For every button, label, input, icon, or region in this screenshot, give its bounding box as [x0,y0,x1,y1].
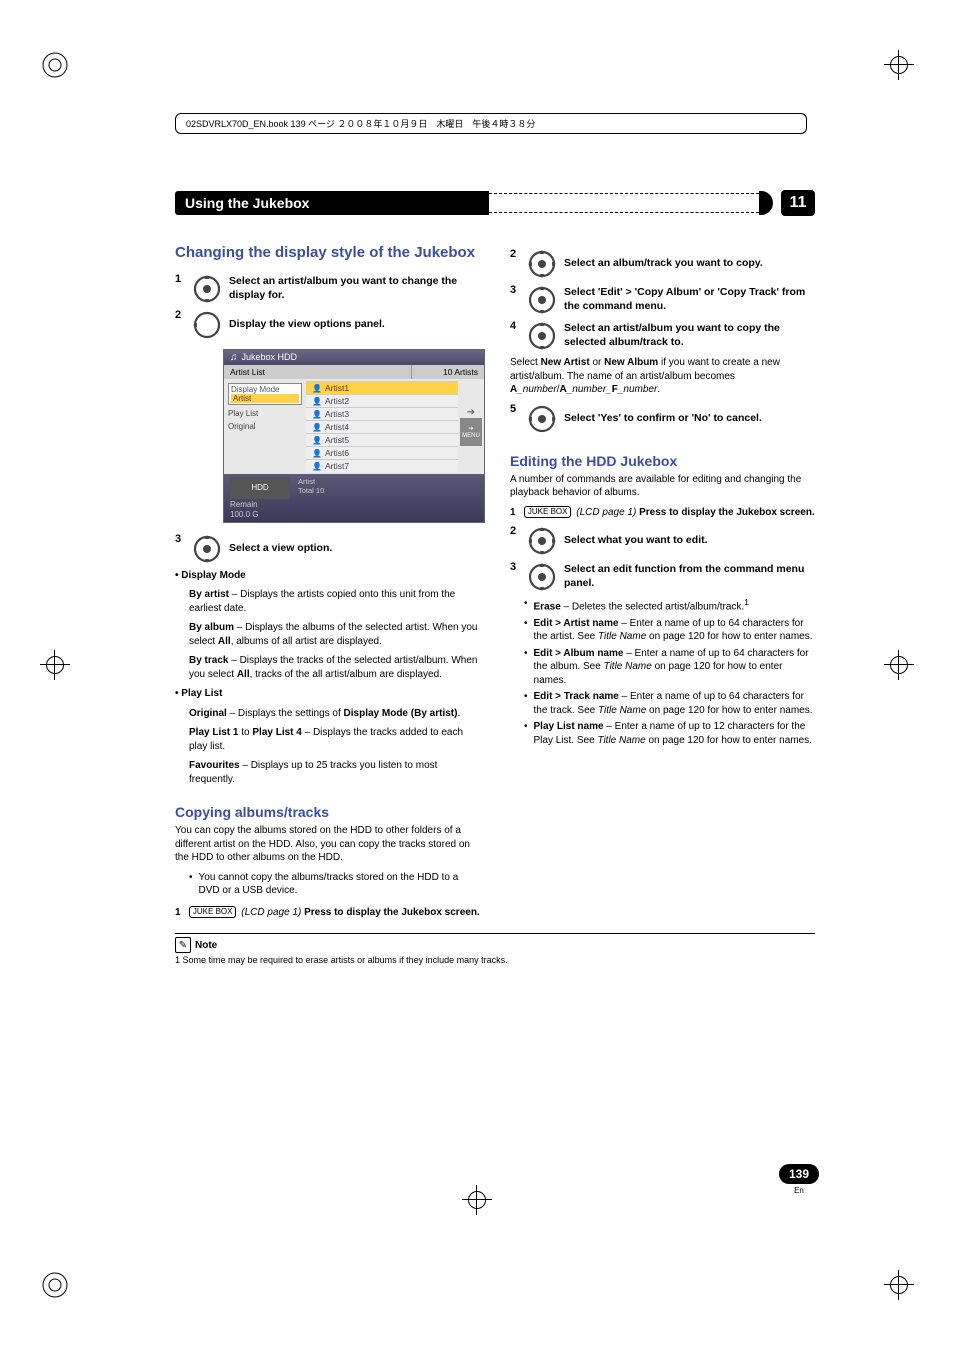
step-number: 5 [510,403,520,415]
step-instruction: Select what you want to edit. [564,534,708,548]
bullet-item: • Edit > Track name – Enter a name of up… [510,690,815,717]
step-instruction: 1 JUKE BOX (LCD page 1) Press to display… [510,506,815,520]
footnote: 1 Some time may be required to erase art… [175,955,815,965]
jb-side-option: Original [228,422,302,431]
header-decoration [489,193,759,213]
crop-mark-icon [884,1270,914,1300]
bullet-item: • You cannot copy the albums/tracks stor… [175,871,480,898]
section-heading: Editing the HDD Jukebox [510,453,815,469]
page-header: Using the Jukebox 11 [175,190,815,216]
dpad-select-icon [526,248,558,280]
jukebox-screenshot: Jukebox HDD Artist List 10 Artists Displ… [223,349,485,523]
step-instruction: Select an album/track you want to copy. [564,257,763,271]
step-number: 3 [175,533,185,545]
source-file-banner: 02SDVRLX70D_EN.book 139 ページ ２００８年１０月９日 木… [175,113,807,134]
remain-label: Remain [230,500,290,509]
crop-mark-icon [884,50,914,80]
dpad-select-icon [526,284,558,316]
crop-mark-icon [40,1270,70,1300]
footer-text: Total 10 [298,486,324,495]
bullet-item: • Erase – Deletes the selected artist/al… [510,597,815,614]
option-description: By album – Displays the albums of the se… [175,621,480,648]
step-number: 3 [510,284,520,296]
list-item: Artist5 [306,433,458,446]
bullet-item: • Play List name – Enter a name of up to… [510,720,815,747]
option-description: Original – Displays the settings of Disp… [175,707,480,721]
list-item: Artist4 [306,420,458,433]
step-number: 4 [510,320,520,332]
step-instruction: Select 'Edit' > 'Copy Album' or 'Copy Tr… [564,286,815,313]
step-instruction: Select an artist/album you want to chang… [229,275,480,302]
note-icon: ✎ [175,937,191,953]
menu-icon: ➔MENU [460,418,482,446]
step-instruction: Select 'Yes' to confirm or 'No' to cance… [564,412,762,426]
option-group-label: • Play List [175,687,480,701]
dpad-select-icon [191,533,223,565]
dpad-select-icon [526,561,558,593]
option-description: Play List 1 to Play List 4 – Displays th… [175,726,480,753]
list-item: Artist7 [306,459,458,472]
step-instruction: Select an edit function from the command… [564,563,815,590]
step-instruction: Select an artist/album you want to copy … [564,322,815,349]
header-decoration [759,191,773,215]
jukebox-key-icon: JUKE BOX [524,506,572,518]
list-item: Artist1 [306,381,458,394]
step-instruction: 1 JUKE BOX (LCD page 1) Press to display… [175,906,480,920]
dpad-select-icon [191,273,223,305]
dpad-select-icon [526,320,558,352]
footer-text: Artist [298,477,324,486]
page-number: 139 En [779,1164,819,1195]
list-item: Artist6 [306,446,458,459]
option-description: By track – Displays the tracks of the se… [175,654,480,681]
step-number: 2 [175,309,185,321]
bullet-item: • Edit > Artist name – Enter a name of u… [510,617,815,644]
section-heading: Changing the display style of the Jukebo… [175,244,480,263]
note-label: ✎ Note [175,937,815,953]
crop-mark-icon [40,650,70,680]
arrow-right-icon: ➔ [467,407,475,418]
jb-side-option: Display Mode Artist [228,383,302,405]
list-item: Artist2 [306,394,458,407]
step-instruction: Select a view option. [229,542,332,556]
crop-mark-icon [462,1185,492,1215]
step-instruction: Display the view options panel. [229,318,385,332]
option-group-label: • Display Mode [175,569,480,583]
dpad-left-icon [191,309,223,341]
option-description: Favourites – Displays up to 25 tracks yo… [175,759,480,786]
step-number: 1 [175,273,185,285]
jb-artist-list: Artist1 Artist2 Artist3 Artist4 Artist5 … [306,379,458,474]
paragraph: Select New Artist or New Album if you wa… [510,356,815,397]
paragraph: You can copy the albums stored on the HD… [175,824,480,865]
chapter-number: 11 [781,190,815,216]
hdd-badge: HDD [230,477,290,499]
jb-title: Jukebox HDD [242,352,298,362]
jb-side-option: Play List [228,409,302,418]
paragraph: A number of commands are available for e… [510,473,815,500]
remain-value: 100.0 G [230,510,290,519]
page-title: Using the Jukebox [175,191,489,215]
list-item: Artist3 [306,407,458,420]
divider [175,933,815,934]
crop-mark-icon [40,50,70,80]
bullet-item: • Edit > Album name – Enter a name of up… [510,647,815,688]
option-description: By artist – Displays the artists copied … [175,588,480,615]
jb-list-title: Artist List [224,365,412,379]
jukebox-key-icon: JUKE BOX [189,906,237,918]
crop-mark-icon [884,650,914,680]
step-number: 2 [510,248,520,260]
section-heading: Copying albums/tracks [175,804,480,820]
step-number: 2 [510,525,520,537]
dpad-left-right-icon [526,403,558,435]
step-number: 3 [510,561,520,573]
dpad-select-icon [526,525,558,557]
jb-count: 10 Artists [412,365,484,379]
